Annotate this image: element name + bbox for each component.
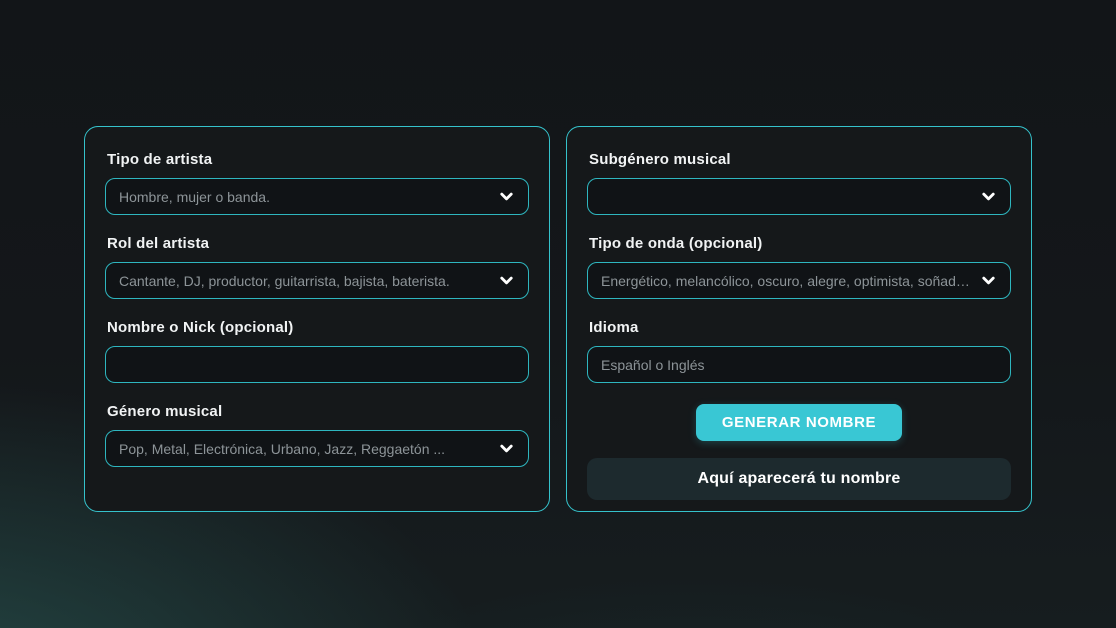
- vibe-label: Tipo de onda (opcional): [589, 235, 1011, 252]
- chevron-down-icon: [980, 272, 997, 289]
- nickname-label: Nombre o Nick (opcional): [107, 319, 529, 336]
- language-input[interactable]: [587, 346, 1011, 383]
- nickname-input[interactable]: [105, 346, 529, 383]
- generator-panel: Subgénero musical Tipo de onda (opcional…: [566, 126, 1032, 512]
- artist-role-select[interactable]: Cantante, DJ, productor, guitarrista, ba…: [105, 262, 529, 299]
- subgenre-select[interactable]: [587, 178, 1011, 215]
- artist-role-select-placeholder: Cantante, DJ, productor, guitarrista, ba…: [119, 273, 490, 289]
- artist-role-label: Rol del artista: [107, 235, 529, 252]
- music-genre-label: Género musical: [107, 403, 529, 420]
- subgenre-label: Subgénero musical: [589, 151, 1011, 168]
- field-group-music-genre: Género musical Pop, Metal, Electrónica, …: [105, 403, 529, 467]
- generate-button-row: GENERAR NOMBRE: [587, 404, 1011, 441]
- field-group-vibe: Tipo de onda (opcional) Energético, mela…: [587, 235, 1011, 299]
- artist-form-panel: Tipo de artista Hombre, mujer o banda. R…: [84, 126, 550, 512]
- generate-name-button[interactable]: GENERAR NOMBRE: [696, 404, 902, 441]
- artist-type-select[interactable]: Hombre, mujer o banda.: [105, 178, 529, 215]
- chevron-down-icon: [498, 440, 515, 457]
- chevron-down-icon: [498, 272, 515, 289]
- language-label: Idioma: [589, 319, 1011, 336]
- chevron-down-icon: [980, 188, 997, 205]
- music-genre-select-placeholder: Pop, Metal, Electrónica, Urbano, Jazz, R…: [119, 441, 490, 457]
- field-group-artist-type: Tipo de artista Hombre, mujer o banda.: [105, 151, 529, 215]
- artist-type-select-placeholder: Hombre, mujer o banda.: [119, 189, 490, 205]
- result-name-box: Aquí aparecerá tu nombre: [587, 458, 1011, 500]
- vibe-select[interactable]: Energético, melancólico, oscuro, alegre,…: [587, 262, 1011, 299]
- field-group-language: Idioma: [587, 319, 1011, 383]
- field-group-nickname: Nombre o Nick (opcional): [105, 319, 529, 383]
- field-group-artist-role: Rol del artista Cantante, DJ, productor,…: [105, 235, 529, 299]
- chevron-down-icon: [498, 188, 515, 205]
- artist-type-label: Tipo de artista: [107, 151, 529, 168]
- vibe-select-placeholder: Energético, melancólico, oscuro, alegre,…: [601, 273, 972, 289]
- field-group-subgenre: Subgénero musical: [587, 151, 1011, 215]
- music-genre-select[interactable]: Pop, Metal, Electrónica, Urbano, Jazz, R…: [105, 430, 529, 467]
